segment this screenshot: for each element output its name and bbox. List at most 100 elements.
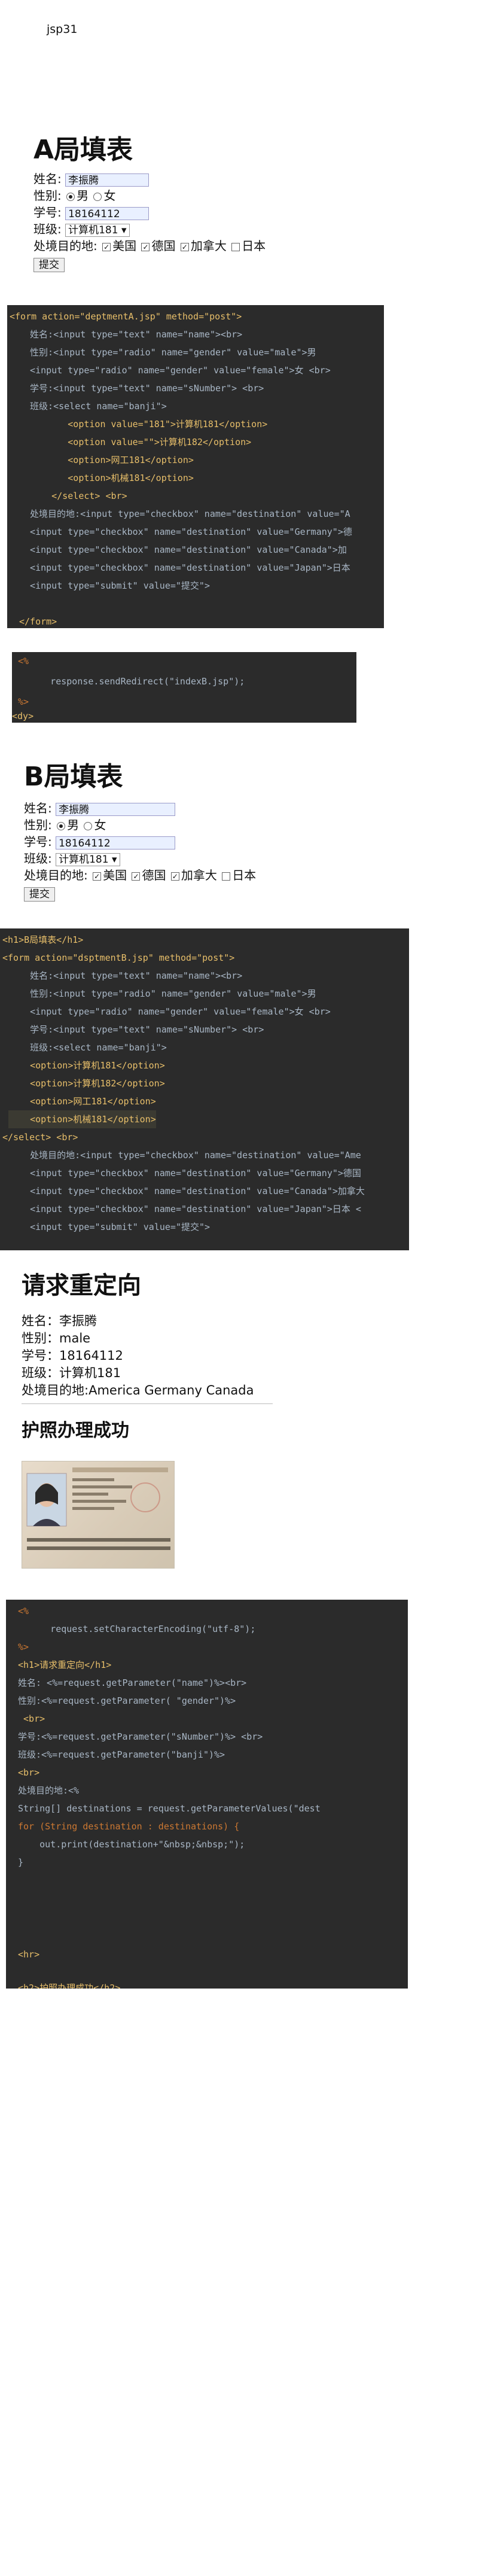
number-label: 学号: bbox=[33, 205, 62, 220]
divider bbox=[22, 1403, 273, 1404]
success-heading: 护照办理成功 bbox=[22, 1420, 129, 1441]
code-line: <input type="submit" value="提交"> bbox=[19, 580, 210, 591]
destination-checkbox-canada[interactable]: ✓ bbox=[170, 872, 179, 881]
code-line: <input type="checkbox" name="destination… bbox=[8, 1186, 365, 1196]
code-line: 班级:<%=request.getParameter("banji")%> bbox=[18, 1749, 225, 1760]
name-input[interactable]: 李振腾 bbox=[56, 802, 176, 816]
male-label: 男 bbox=[67, 818, 80, 832]
code-line: <input type="checkbox" name="destination… bbox=[8, 1168, 361, 1179]
number-input[interactable]: 18164112 bbox=[56, 836, 176, 849]
code-line: <option value="">计算机182</option> bbox=[19, 437, 252, 447]
form-a-submit-row: 提交 bbox=[33, 255, 65, 273]
destination-checkbox-germany[interactable]: ✓ bbox=[132, 872, 141, 881]
code-screenshot-redirect: <% response.sendRedirect("indexB.jsp"); … bbox=[12, 652, 356, 723]
destination-checkbox-canada[interactable]: ✓ bbox=[180, 242, 189, 251]
code-line: <option value="181">计算机181</option> bbox=[19, 419, 268, 430]
code-line: </form> bbox=[19, 616, 57, 627]
code-line: 姓名:<input type="text" name="name"><br> bbox=[19, 329, 243, 340]
class-select[interactable]: 计算机181 ▾ bbox=[65, 223, 130, 237]
gender-female-radio[interactable] bbox=[84, 821, 93, 830]
destination-germany-label: 德国 bbox=[151, 239, 176, 253]
code-line: String[] destinations = request.getParam… bbox=[18, 1803, 321, 1814]
submit-button[interactable]: 提交 bbox=[33, 258, 65, 272]
code-line: <br> bbox=[18, 1767, 40, 1778]
code-line: <option>计算机182</option> bbox=[8, 1078, 165, 1089]
code-line: <input type="checkbox" name="destination… bbox=[19, 544, 347, 555]
form-a-destination-row: 处境目的地: ✓ 美国 ✓ 德国 ✓ 加拿大 日本 bbox=[33, 237, 266, 255]
destination-checkbox-germany[interactable]: ✓ bbox=[141, 242, 150, 251]
class-label: 班级: bbox=[24, 851, 52, 866]
code-line: <input type="checkbox" name="destination… bbox=[19, 562, 350, 573]
form-a-number-row: 学号: 18164112 bbox=[33, 203, 150, 221]
code-line: for (String destination : destinations) … bbox=[18, 1821, 240, 1832]
code-line: 性别:<input type="radio" name="gender" val… bbox=[8, 988, 316, 999]
code-screenshot-form-b: <h1>B局填表</h1> <form action="dsptmentB.js… bbox=[0, 928, 409, 1250]
class-label: 班级: bbox=[33, 222, 62, 236]
result-heading: 请求重定向 bbox=[22, 1272, 141, 1299]
code-screenshot-result: <% request.setCharacterEncoding("utf-8")… bbox=[6, 1600, 408, 1989]
submit-button[interactable]: 提交 bbox=[24, 887, 55, 902]
code-line: 处境目的地:<input type="checkbox" name="desti… bbox=[19, 508, 350, 519]
form-a-class-row: 班级: 计算机181 ▾ bbox=[33, 220, 130, 238]
destination-japan-label: 日本 bbox=[242, 239, 266, 253]
code-line: <dy> bbox=[12, 711, 34, 721]
number-input[interactable]: 18164112 bbox=[65, 206, 150, 220]
code-line: <% bbox=[18, 1606, 29, 1616]
form-a-gender-row: 性别: 男 女 bbox=[33, 187, 115, 205]
code-line: 班级:<select name="banji"> bbox=[19, 401, 167, 412]
destination-canada-label: 加拿大 bbox=[181, 868, 217, 882]
passport-illustration bbox=[26, 1467, 170, 1550]
gender-male-radio[interactable] bbox=[66, 192, 75, 201]
destination-label: 处境目的地: bbox=[33, 239, 97, 253]
gender-male-radio[interactable] bbox=[57, 821, 66, 830]
code-line: 姓名: <%=request.getParameter("name")%><br… bbox=[18, 1677, 247, 1688]
code-line: </select> <br> bbox=[19, 491, 127, 501]
passport-image bbox=[22, 1461, 175, 1569]
code-line: response.sendRedirect("indexB.jsp"); bbox=[18, 676, 245, 687]
destination-germany-label: 德国 bbox=[142, 868, 166, 882]
gender-female-radio[interactable] bbox=[93, 192, 102, 201]
name-input[interactable]: 李振腾 bbox=[65, 173, 150, 187]
code-line: 班级:<select name="banji"> bbox=[8, 1042, 167, 1053]
name-label: 姓名: bbox=[24, 801, 52, 815]
code-line: 学号:<input type="text" name="sNumber"> <b… bbox=[8, 1024, 264, 1035]
code-line: <h1>请求重定向</h1> bbox=[18, 1660, 112, 1670]
code-line: <h1>B局填表</h1> bbox=[2, 934, 84, 945]
code-line: <option>机械181</option> bbox=[19, 473, 194, 483]
form-b-number-row: 学号: 18164112 bbox=[24, 833, 176, 851]
destination-checkbox-usa[interactable]: ✓ bbox=[102, 242, 111, 251]
class-select-value: 计算机181 bbox=[59, 853, 109, 866]
number-label: 学号: bbox=[24, 835, 52, 849]
code-line: <h2>护照办理成功</h2> bbox=[18, 1983, 121, 1989]
destination-checkbox-usa[interactable]: ✓ bbox=[93, 872, 102, 881]
code-line: <option>计算机181</option> bbox=[8, 1060, 165, 1071]
code-line: 姓名:<input type="text" name="name"><br> bbox=[8, 970, 243, 981]
destination-canada-label: 加拿大 bbox=[190, 239, 227, 253]
male-label: 男 bbox=[77, 188, 89, 203]
form-b-heading: B局填表 bbox=[24, 762, 123, 792]
code-line: 性别:<input type="radio" name="gender" val… bbox=[19, 347, 316, 358]
code-line: <form action="deptmentA.jsp" method="pos… bbox=[10, 311, 242, 322]
code-line: <form action="dsptmentB.jsp" method="pos… bbox=[2, 952, 235, 963]
form-b-class-row: 班级: 计算机181 ▾ bbox=[24, 849, 120, 867]
code-line: <option>网工181</option> bbox=[8, 1096, 156, 1107]
code-line: 处境目的地:<% bbox=[18, 1785, 80, 1796]
gender-label: 性别: bbox=[33, 188, 62, 203]
form-a-heading: A局填表 bbox=[33, 135, 133, 165]
form-b-submit-row: 提交 bbox=[24, 884, 55, 902]
name-label: 姓名: bbox=[33, 172, 62, 186]
document-title: jsp31 bbox=[47, 23, 78, 36]
result-number-row: 学号：18164112 bbox=[22, 1348, 123, 1363]
result-name-row: 姓名：李振腾 bbox=[22, 1314, 97, 1328]
code-line: <br> bbox=[18, 1713, 45, 1724]
form-a-name-row: 姓名: 李振腾 bbox=[33, 170, 150, 188]
form-b-gender-row: 性别: 男 女 bbox=[24, 816, 106, 834]
code-line: <input type="radio" name="gender" value=… bbox=[8, 1006, 331, 1017]
result-class-row: 班级：计算机181 bbox=[22, 1366, 121, 1380]
destination-checkbox-japan[interactable] bbox=[231, 242, 240, 251]
class-select[interactable]: 计算机181 ▾ bbox=[56, 852, 120, 866]
form-b-name-row: 姓名: 李振腾 bbox=[24, 799, 176, 817]
code-line: %> bbox=[18, 1642, 29, 1652]
destination-checkbox-japan[interactable] bbox=[222, 872, 231, 881]
code-line: <input type="submit" value="提交"> bbox=[8, 1222, 211, 1232]
